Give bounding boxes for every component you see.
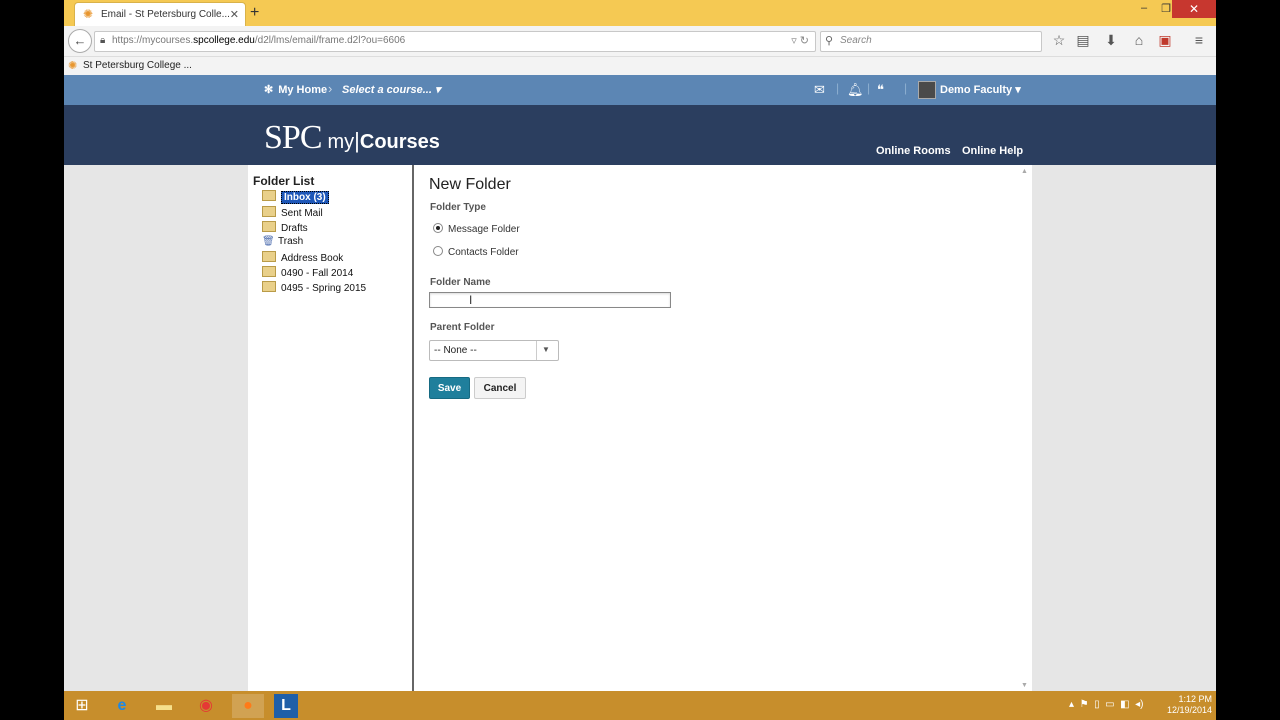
text-cursor-icon: I: [469, 293, 473, 307]
new-tab-button[interactable]: +: [250, 4, 259, 22]
folder-list-panel: Folder List Inbox (3) Sent Mail Drafts 🗑…: [248, 165, 414, 691]
folder-address-book[interactable]: Address Book: [262, 251, 343, 264]
page-title: New Folder: [429, 176, 511, 193]
reload-icon[interactable]: ▿ ↻: [791, 34, 809, 47]
reading-list-icon[interactable]: ▤: [1072, 32, 1094, 49]
radio-unselected-icon[interactable]: [433, 246, 443, 256]
bookmark-item[interactable]: St Petersburg College ...: [83, 60, 192, 71]
url-text: https://mycourses.spcollege.edu/d2l/lms/…: [112, 35, 406, 46]
parent-folder-value: -- None --: [434, 345, 477, 356]
avatar[interactable]: [918, 81, 936, 99]
bookmarks-bar: ✺ St Petersburg College ...: [64, 57, 1216, 76]
internet-explorer-icon[interactable]: e: [106, 694, 138, 718]
chevron-right-icon: ›: [328, 81, 333, 96]
window-close-button[interactable]: ✕: [1172, 0, 1216, 18]
tab-strip: ✺ Email - St Petersburg Colle... ✕ + – ❐…: [64, 0, 1216, 27]
taskbar-clock[interactable]: 1:12 PM 12/19/2014: [1156, 694, 1212, 716]
home-icon[interactable]: ⌂: [1128, 32, 1150, 48]
folder-name-label: Folder Name: [430, 277, 491, 288]
chevron-down-icon: ▾: [1015, 84, 1021, 96]
update-alerts-icon[interactable]: ❝: [877, 82, 884, 98]
search-placeholder: Search: [840, 35, 872, 46]
folder-icon: [262, 266, 276, 277]
folder-icon: [262, 206, 276, 217]
download-icon[interactable]: ⬇: [1100, 32, 1122, 49]
parent-folder-label: Parent Folder: [430, 322, 495, 333]
lync-icon[interactable]: L: [274, 694, 298, 718]
site-favicon-icon: ✺: [83, 7, 94, 21]
folder-inbox[interactable]: Inbox (3): [262, 190, 329, 204]
folder-icon: [262, 281, 276, 292]
scroll-up-icon[interactable]: ▲: [1021, 168, 1028, 175]
windows-start-icon[interactable]: ⊞: [66, 694, 98, 718]
new-folder-form: New Folder Folder Type Message Folder Co…: [414, 165, 1018, 691]
folder-list-heading: Folder List: [253, 174, 315, 188]
cancel-button[interactable]: Cancel: [474, 377, 526, 399]
search-icon: ⚲: [825, 35, 834, 47]
folder-type-label: Folder Type: [430, 202, 486, 213]
trash-icon: 🗑︎: [262, 236, 275, 247]
tab-title: Email - St Petersburg Colle...: [101, 9, 230, 20]
folder-icon: [262, 251, 276, 262]
spc-logo[interactable]: SPC my|Courses: [264, 119, 440, 157]
folder-drafts[interactable]: Drafts: [262, 221, 308, 234]
bookmark-favicon-icon: ✺: [68, 60, 78, 72]
scrollbar[interactable]: ▲ ▼: [1018, 165, 1032, 691]
folder-spring-2015[interactable]: 0495 - Spring 2015: [262, 281, 366, 294]
folder-name-field[interactable]: [429, 292, 671, 308]
back-button[interactable]: ←: [68, 29, 92, 53]
user-menu[interactable]: Demo Faculty ▾: [940, 83, 1021, 96]
save-button[interactable]: Save: [429, 377, 470, 399]
navigation-toolbar: ← 🔒︎ https://mycourses.spcollege.edu/d2l…: [64, 26, 1216, 57]
folder-trash[interactable]: 🗑︎ Trash: [262, 236, 303, 247]
search-input[interactable]: ⚲ Search: [820, 31, 1042, 52]
file-explorer-icon[interactable]: ▬: [148, 694, 180, 718]
windows-taskbar: ⊞ e ▬ ◉ ● L ▴ ⚑ ▯ ▭ ◧ ◂) 1:12 PM 12/19/2…: [64, 691, 1216, 720]
address-bar[interactable]: 🔒︎ https://mycourses.spcollege.edu/d2l/l…: [94, 31, 816, 52]
page-body: Folder List Inbox (3) Sent Mail Drafts 🗑…: [64, 165, 1216, 691]
radio-contacts-folder[interactable]: Contacts Folder: [433, 246, 519, 258]
d2l-minibar: ✻ My Home › Select a course... ▾ ✉ | 🔔︎ |…: [64, 75, 1216, 105]
divider: [536, 341, 537, 360]
addon-icon[interactable]: ▣: [1154, 32, 1176, 49]
online-rooms-link[interactable]: Online Rooms: [876, 145, 951, 157]
folder-icon: [262, 221, 276, 232]
chrome-icon[interactable]: ◉: [190, 694, 222, 718]
firefox-icon[interactable]: ●: [232, 694, 264, 718]
folder-icon: [262, 190, 276, 201]
browser-tab[interactable]: ✺ Email - St Petersburg Colle... ✕: [74, 2, 246, 27]
parent-folder-select[interactable]: -- None -- ▼: [429, 340, 559, 361]
bookmark-star-icon[interactable]: ☆: [1048, 32, 1070, 49]
my-home-link[interactable]: ✻ My Home: [264, 83, 327, 96]
chevron-down-icon: ▾: [434, 84, 441, 96]
scroll-down-icon[interactable]: ▼: [1021, 682, 1028, 689]
folder-fall-2014[interactable]: 0490 - Fall 2014: [262, 266, 353, 279]
divider: |: [904, 81, 908, 95]
system-tray-icons[interactable]: ▴ ⚑ ▯ ▭ ◧ ◂): [1069, 699, 1144, 710]
course-selector[interactable]: Select a course... ▾: [342, 83, 440, 96]
menu-icon[interactable]: ≡: [1188, 32, 1210, 48]
radio-message-folder[interactable]: Message Folder: [433, 223, 520, 235]
browser-window: ✺ Email - St Petersburg Colle... ✕ + – ❐…: [64, 0, 1216, 691]
radio-selected-icon[interactable]: [433, 223, 443, 233]
chevron-down-icon: ▼: [542, 345, 550, 354]
home-hub-icon: ✻: [264, 84, 274, 96]
folder-sent-mail[interactable]: Sent Mail: [262, 206, 323, 219]
online-help-link[interactable]: Online Help: [962, 145, 1023, 157]
d2l-navband: SPC my|Courses Online Rooms Online Help: [64, 105, 1216, 165]
divider: |: [836, 81, 840, 95]
lock-icon: 🔒︎: [100, 35, 106, 46]
message-alerts-icon[interactable]: ✉: [814, 82, 825, 98]
subscription-alerts-icon[interactable]: 🔔︎: [847, 82, 864, 98]
tab-close-icon[interactable]: ✕: [230, 8, 239, 21]
divider: |: [867, 81, 871, 95]
